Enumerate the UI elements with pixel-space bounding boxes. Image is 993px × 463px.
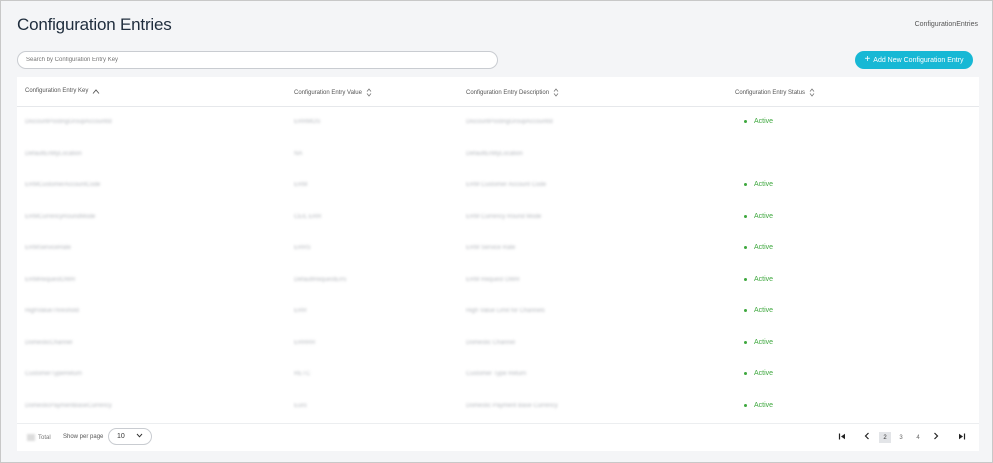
table-footer: Total Show per page 10 2 3 4: [17, 423, 979, 451]
cell-key: ERMRequestOWR: [25, 276, 76, 283]
cell-key: DomesticPaymentBaseCurrency: [25, 402, 112, 409]
status-dot-icon: [744, 372, 747, 375]
per-page-value: 10: [117, 433, 125, 440]
cell-description: ERM Currency Round Mode: [466, 213, 542, 220]
table-row[interactable]: CustomerTypeReturn RETC Customer Type Retu…: [17, 359, 979, 390]
status-badge: Active: [744, 339, 773, 346]
status-dot-icon: [744, 246, 747, 249]
per-page-select[interactable]: 10: [108, 428, 152, 445]
prev-page-icon[interactable]: [862, 431, 872, 441]
table-row[interactable]: ERMCustomerAccountCode ERM ERM Customer Ac…: [17, 170, 979, 201]
cell-description: Domestic Channel: [466, 339, 516, 346]
column-header-description[interactable]: Configuration Entry Description: [466, 88, 559, 97]
cell-value: ERR: [294, 308, 307, 314]
status-badge: Active: [744, 402, 773, 409]
cell-description: ERM Customer Account Code: [466, 182, 547, 188]
add-configuration-entry-button[interactable]: + Add New Configuration Entry: [855, 51, 973, 69]
table-row[interactable]: DefaultEntityLocation NA DefaultEntityLoca…: [17, 139, 979, 170]
table-row[interactable]: DomesticChannel ERRRR Domestic Channel Acti…: [17, 328, 979, 359]
cell-key: DiscountPostingGroupAccountId: [25, 119, 112, 125]
cell-value: CEIL ERR: [294, 213, 322, 220]
cell-description: ERM Service Rate: [466, 245, 516, 251]
status-label: Active: [754, 212, 774, 220]
cell-value: ERRRR: [294, 339, 316, 346]
table-header: Configuration Entry Key Configuration En…: [17, 77, 979, 107]
first-page-icon[interactable]: [837, 431, 847, 441]
cell-description: Customer Type Return: [466, 371, 527, 377]
add-button-label: Add New Configuration Entry: [873, 56, 964, 64]
breadcrumb[interactable]: ConfigurationEntries: [915, 21, 978, 28]
status-badge: Active: [744, 118, 773, 125]
status-label: Active: [754, 118, 774, 125]
table-row[interactable]: DomesticPaymentBaseCurrency Euro Domestic …: [17, 391, 979, 422]
cell-key: HighValueThreshold: [25, 308, 79, 314]
status-label: Active: [754, 244, 774, 251]
sort-both-icon[interactable]: [809, 88, 815, 97]
cell-value: ERRS: [294, 245, 311, 251]
configuration-table: Configuration Entry Key Configuration En…: [17, 77, 979, 451]
plus-icon: +: [864, 54, 871, 65]
status-badge: Active: [744, 181, 773, 188]
column-header-key[interactable]: Configuration Entry Key: [25, 88, 100, 94]
sort-both-icon[interactable]: [366, 88, 372, 97]
table-row[interactable]: HighValueThreshold ERR High Value Limit fo…: [17, 296, 979, 327]
cell-value: ERRMOS: [294, 119, 321, 125]
status-label: Active: [754, 338, 774, 346]
cell-description: DiscountPostingGroupAccountId: [466, 119, 553, 125]
status-dot-icon: [744, 309, 747, 312]
table-row[interactable]: ERMServiceRate ERRS ERM Service Rate Active: [17, 233, 979, 264]
cell-value: RETC: [294, 371, 311, 377]
page-number[interactable]: 4: [912, 432, 924, 443]
per-page-label: Show per page: [63, 434, 104, 440]
status-badge: Active: [744, 307, 773, 314]
status-dot-icon: [744, 340, 747, 344]
next-page-icon[interactable]: [931, 431, 941, 441]
status-badge: Active: [744, 244, 773, 251]
chevron-down-icon: [136, 433, 143, 440]
status-badge: Active: [744, 370, 773, 377]
cell-key: ERMServiceRate: [25, 245, 72, 251]
status-dot-icon: [744, 183, 747, 186]
total-count: Total: [27, 434, 51, 441]
cell-key: DomesticChannel: [25, 339, 73, 346]
status-badge: Active: [744, 213, 773, 220]
last-page-icon[interactable]: [957, 431, 967, 441]
cell-description: High Value Limit for Channels: [466, 308, 545, 314]
table-row[interactable]: ERMCurrencyRoundMode CEIL ERR ERM Currency…: [17, 202, 979, 233]
column-header-status[interactable]: Configuration Entry Status: [735, 88, 815, 97]
app-window: Configuration Entries ConfigurationEntri…: [0, 0, 993, 463]
status-dot-icon: [744, 214, 747, 218]
page-number-active[interactable]: 2: [879, 432, 891, 443]
status-dot-icon: [744, 120, 747, 123]
cell-value: NA: [294, 150, 303, 157]
status-badge: Active: [744, 276, 773, 283]
search-input[interactable]: [17, 51, 498, 69]
cell-key: CustomerTypeReturn: [25, 371, 83, 377]
cell-key: ERMCustomerAccountCode: [25, 182, 101, 188]
page-title: Configuration Entries: [17, 15, 172, 34]
page-number[interactable]: 3: [895, 432, 907, 443]
sort-both-icon[interactable]: [553, 88, 559, 97]
total-value: [27, 434, 35, 441]
status-label: Active: [754, 275, 774, 283]
cell-key: DefaultEntityLocation: [25, 150, 82, 157]
status-label: Active: [754, 307, 774, 314]
column-header-value[interactable]: Configuration Entry Value: [294, 88, 372, 97]
cell-description: Domestic Payment Base Currency: [466, 402, 558, 409]
status-label: Active: [754, 370, 774, 377]
status-label: Active: [754, 401, 774, 409]
cell-value: Euro: [294, 402, 307, 409]
status-label: Active: [754, 181, 774, 188]
cell-value: DefaultRequestErrs: [294, 276, 347, 283]
cell-value: ERM: [294, 182, 308, 188]
cell-description: DefaultEntityLocation: [466, 150, 523, 157]
status-dot-icon: [744, 277, 747, 281]
sort-asc-icon[interactable]: [92, 88, 100, 94]
table-row[interactable]: DiscountPostingGroupAccountId ERRMOS Disco…: [17, 107, 979, 138]
status-dot-icon: [744, 403, 747, 407]
table-row[interactable]: ERMRequestOWR DefaultRequestErrs ERM Reque…: [17, 265, 979, 296]
cell-key: ERMCurrencyRoundMode: [25, 213, 96, 220]
cell-description: ERM Request OWR: [466, 276, 520, 283]
